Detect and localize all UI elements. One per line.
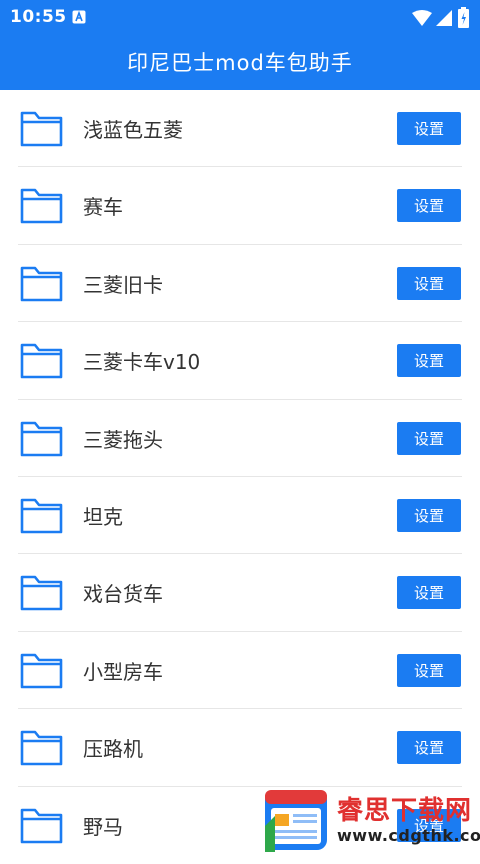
settings-button[interactable]: 设置 (397, 266, 461, 300)
settings-button[interactable]: 设置 (397, 576, 461, 610)
wifi-icon (412, 10, 432, 26)
settings-button[interactable]: 设置 (397, 421, 461, 455)
app-bar: 印尼巴士mod车包助手 (0, 34, 480, 90)
folder-icon (20, 576, 63, 611)
item-label: 三菱拖头 (83, 427, 163, 452)
folder-icon (20, 498, 63, 534)
battery-icon (458, 7, 469, 28)
folder-icon (20, 189, 63, 224)
settings-button[interactable]: 设置 (397, 189, 461, 223)
list-item: 坦克 设置 (0, 477, 480, 555)
item-label: 戏台货车 (83, 582, 163, 607)
list-item: 压路机 设置 (0, 709, 480, 787)
folder-icon (20, 653, 63, 689)
item-label: 坦克 (83, 504, 123, 529)
list-item: 小型房车 设置 (0, 632, 480, 710)
settings-button[interactable]: 设置 (397, 731, 461, 765)
watermark: 睿思下载网 www.cdgthk.com (265, 786, 480, 853)
watermark-url: www.cdgthk.com (337, 826, 480, 845)
watermark-title: 睿思下载网 (337, 796, 473, 826)
settings-button[interactable]: 设置 (397, 653, 461, 687)
item-label: 赛车 (83, 195, 123, 220)
item-label: 小型房车 (83, 659, 163, 684)
settings-button[interactable]: 设置 (397, 344, 461, 378)
status-time: 10:55 (10, 7, 67, 27)
list-item: 浅蓝色五菱 设置 (0, 90, 480, 168)
folder-icon (20, 266, 63, 302)
folder-icon (20, 808, 63, 843)
item-label: 三菱卡车v10 (83, 350, 201, 375)
mod-list: 浅蓝色五菱 设置 赛车 设置 三菱旧卡 设置 三菱卡车v10 设置 三菱拖头 设… (0, 90, 480, 864)
settings-button[interactable]: 设置 (397, 112, 461, 145)
signal-icon (436, 10, 452, 26)
folder-icon (20, 730, 63, 766)
item-label: 压路机 (83, 737, 143, 762)
settings-button[interactable]: 设置 (397, 498, 461, 532)
list-item: 三菱拖头 设置 (0, 400, 480, 477)
watermark-logo-icon (265, 790, 327, 852)
list-item: 戏台货车 设置 (0, 554, 480, 632)
folder-icon (20, 111, 63, 147)
app-title: 印尼巴士mod车包助手 (127, 51, 353, 75)
list-item: 三菱卡车v10 设置 (0, 322, 480, 400)
item-label: 三菱旧卡 (83, 272, 163, 297)
list-item: 赛车 设置 (0, 167, 480, 245)
item-label: 浅蓝色五菱 (83, 118, 183, 142)
status-bar: 10:55 (0, 0, 480, 34)
item-label: 野马 (83, 814, 123, 839)
list-item: 三菱旧卡 设置 (0, 245, 480, 323)
app-notification-icon (72, 10, 86, 24)
folder-icon (20, 343, 63, 379)
folder-icon (20, 421, 63, 456)
